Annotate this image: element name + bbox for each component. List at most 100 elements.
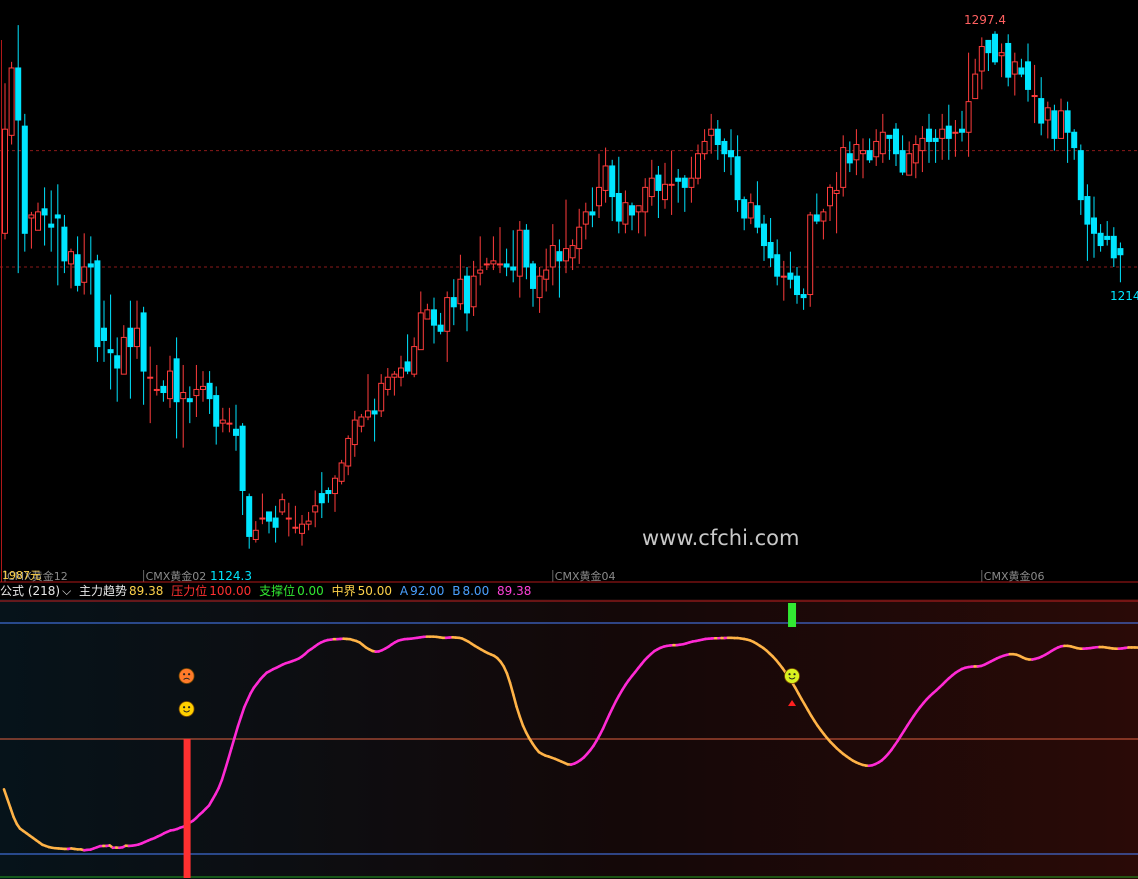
candle <box>338 459 345 485</box>
candle <box>965 52 972 157</box>
candle-body <box>358 416 365 427</box>
candle-body <box>417 312 424 351</box>
candle <box>833 172 840 234</box>
candle-body <box>978 46 985 72</box>
candle-body <box>437 324 444 332</box>
candle <box>272 505 279 543</box>
candle <box>701 129 708 160</box>
smile-face-icon-right-eye <box>788 673 791 676</box>
candle <box>873 129 880 166</box>
candle <box>714 120 721 160</box>
candle-body <box>1071 131 1078 149</box>
candle <box>767 217 774 267</box>
candle-body <box>272 517 279 528</box>
candle-body <box>899 150 906 173</box>
candle <box>563 199 569 274</box>
candle <box>2 83 8 240</box>
candle-body <box>1058 110 1064 139</box>
candle-body <box>893 128 899 155</box>
candle-body <box>549 245 556 268</box>
b-value: 8.00 <box>462 584 490 598</box>
candle <box>1091 196 1097 258</box>
candle <box>120 325 127 375</box>
candle <box>827 184 833 222</box>
candle <box>747 193 754 225</box>
candle <box>252 521 259 543</box>
candle-body <box>536 275 543 299</box>
angry-face-icon-eye <box>182 673 186 676</box>
candle <box>200 371 206 402</box>
main-trend-label: 主力趋势 <box>79 584 128 598</box>
candle-body <box>985 39 992 54</box>
candle-body <box>787 272 794 280</box>
candle-body <box>728 150 734 158</box>
a-value: 92.00 <box>410 584 445 598</box>
candle-body <box>794 275 800 296</box>
candle-body <box>952 131 959 134</box>
candle-body <box>965 101 972 133</box>
candle <box>609 159 616 222</box>
candle <box>28 211 35 249</box>
candle <box>774 239 781 286</box>
candle <box>1031 64 1038 124</box>
candle <box>629 202 635 231</box>
candle <box>411 337 418 378</box>
candle-body <box>378 382 385 412</box>
candle-body <box>596 186 602 207</box>
candle-body <box>365 410 371 418</box>
candle-body <box>1018 67 1025 75</box>
candle-body <box>450 297 457 308</box>
candle-body <box>200 385 206 390</box>
candle <box>226 407 233 433</box>
candle-body <box>252 529 259 540</box>
indicator-chart[interactable] <box>0 599 1138 879</box>
candle-body <box>668 183 675 186</box>
candle <box>477 236 484 286</box>
candle <box>285 502 292 537</box>
candle <box>160 380 167 402</box>
candle-body <box>213 395 220 427</box>
sell-signal-bar <box>788 603 797 627</box>
candle-body <box>688 177 695 188</box>
candle <box>74 236 81 292</box>
candle-body <box>576 226 583 250</box>
candle-body <box>516 229 523 277</box>
candle <box>134 300 140 359</box>
candle-body <box>1084 196 1091 225</box>
formula-label: 公式 (218) <box>0 584 61 598</box>
candle <box>569 239 576 271</box>
candle <box>1005 34 1012 87</box>
candle <box>81 233 88 295</box>
candle <box>417 291 424 351</box>
candle-body <box>68 251 74 265</box>
candle-body <box>1110 235 1117 259</box>
candle <box>483 257 490 271</box>
chevron-down-icon[interactable]: ⌵ <box>62 584 71 598</box>
candle <box>893 123 899 166</box>
candle-body <box>1051 110 1058 139</box>
candle-body <box>391 373 398 378</box>
candle-body <box>734 156 741 201</box>
candle <box>398 355 404 387</box>
candle <box>1097 224 1104 252</box>
formula-selector[interactable]: 公式 (218) ⌵ <box>0 584 71 598</box>
candle-body <box>695 153 701 179</box>
candle-body <box>239 425 246 491</box>
candle <box>490 236 497 271</box>
candle <box>912 135 919 179</box>
candle <box>457 254 464 310</box>
candle <box>378 374 385 418</box>
candle <box>1110 227 1117 267</box>
support-label: 支撑位 <box>259 584 296 598</box>
candle-body <box>998 52 1005 57</box>
candle-body <box>35 211 41 231</box>
candle-body <box>589 211 596 216</box>
candlestick-chart[interactable]: CMX黄金12 CMX黄金02 CMX黄金04 CMX黄金06 <box>0 0 1138 584</box>
candle <box>516 221 523 298</box>
candle-body <box>932 137 939 142</box>
candle-body <box>444 297 451 332</box>
candle <box>206 371 213 414</box>
candle-body <box>371 410 378 415</box>
candle <box>972 58 979 100</box>
candle-body <box>827 186 833 207</box>
